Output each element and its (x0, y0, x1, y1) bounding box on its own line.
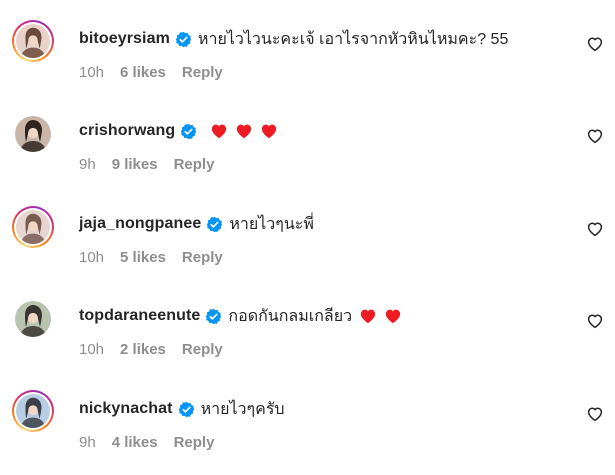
avatar-image (15, 116, 51, 152)
comment-text: กอดกันกลมเกลียว (228, 307, 353, 325)
avatar[interactable] (12, 206, 54, 248)
red-heart-emoji-icon (359, 307, 377, 325)
comment-item: crishorwang 9h 9 likes Reply (0, 114, 615, 206)
comment-meta: 10h 2 likes Reply (79, 341, 239, 358)
avatar[interactable] (12, 390, 54, 432)
comment-meta: 9h 9 likes Reply (79, 156, 230, 173)
red-heart-emoji-icon (235, 122, 253, 140)
comment-item: topdaraneenute กอดกันกลมเกลียว 10h 2 likes R… (0, 299, 615, 391)
comment-username[interactable]: jaja_nongpanee (79, 215, 201, 233)
avatar-image (16, 210, 50, 244)
comment-timestamp[interactable]: 10h (79, 64, 104, 81)
comment-likes-count[interactable]: 2 likes (120, 341, 166, 358)
verified-badge-icon (180, 123, 197, 140)
heart-outline-icon[interactable] (586, 127, 604, 145)
comment-emoji (203, 122, 278, 140)
comment-text: หายไวๆครับ (200, 400, 285, 418)
comment-item: bitoeyrsiam หายไวไวนะคะเจ้ เอาไรจากหัวหิน… (0, 20, 615, 114)
comment-likes-count[interactable]: 4 likes (112, 434, 158, 451)
reply-button[interactable]: Reply (174, 156, 215, 173)
comment-likes-count[interactable]: 9 likes (112, 156, 158, 173)
comment-likes-count[interactable]: 6 likes (120, 64, 166, 81)
comment-meta: 10h 6 likes Reply (79, 64, 239, 81)
red-heart-emoji-icon (210, 122, 228, 140)
red-heart-emoji-icon (260, 122, 278, 140)
avatar-image (16, 394, 50, 428)
comment-username[interactable]: nickynachat (79, 400, 173, 418)
comment-timestamp[interactable]: 10h (79, 249, 104, 266)
avatar[interactable] (12, 298, 54, 340)
avatar[interactable] (12, 113, 54, 155)
avatar-image (15, 301, 51, 337)
comment-item: nickynachat หายไวๆครับ 9h 4 likes Reply (0, 390, 615, 475)
reply-button[interactable]: Reply (182, 341, 223, 358)
comment-username[interactable]: crishorwang (79, 122, 175, 140)
avatar-image (16, 24, 50, 58)
comment-timestamp[interactable]: 9h (79, 156, 96, 173)
verified-badge-icon (178, 401, 195, 418)
heart-outline-icon[interactable] (586, 35, 604, 53)
reply-button[interactable]: Reply (182, 249, 223, 266)
reply-button[interactable]: Reply (182, 64, 223, 81)
comment-timestamp[interactable]: 10h (79, 341, 104, 358)
comment-likes-count[interactable]: 5 likes (120, 249, 166, 266)
reply-button[interactable]: Reply (174, 434, 215, 451)
heart-outline-icon[interactable] (586, 312, 604, 330)
comment-meta: 9h 4 likes Reply (79, 434, 230, 451)
verified-badge-icon (205, 308, 222, 325)
avatar[interactable] (12, 20, 54, 62)
comment-meta: 10h 5 likes Reply (79, 249, 239, 266)
comment-text: หายไวๆนะพี่ (229, 215, 314, 233)
comment-timestamp[interactable]: 9h (79, 434, 96, 451)
heart-outline-icon[interactable] (586, 220, 604, 238)
verified-badge-icon (175, 31, 192, 48)
comment-username[interactable]: topdaraneenute (79, 307, 200, 325)
heart-outline-icon[interactable] (586, 405, 604, 423)
red-heart-emoji-icon (384, 307, 402, 325)
comment-text: หายไวไวนะคะเจ้ เอาไรจากหัวหินไหมคะ? 55 (197, 30, 509, 48)
comment-emoji (352, 307, 402, 325)
comment-item: jaja_nongpanee หายไวๆนะพี่ 10h 5 likes Reply (0, 206, 615, 299)
verified-badge-icon (206, 216, 223, 233)
comment-username[interactable]: bitoeyrsiam (79, 30, 170, 48)
